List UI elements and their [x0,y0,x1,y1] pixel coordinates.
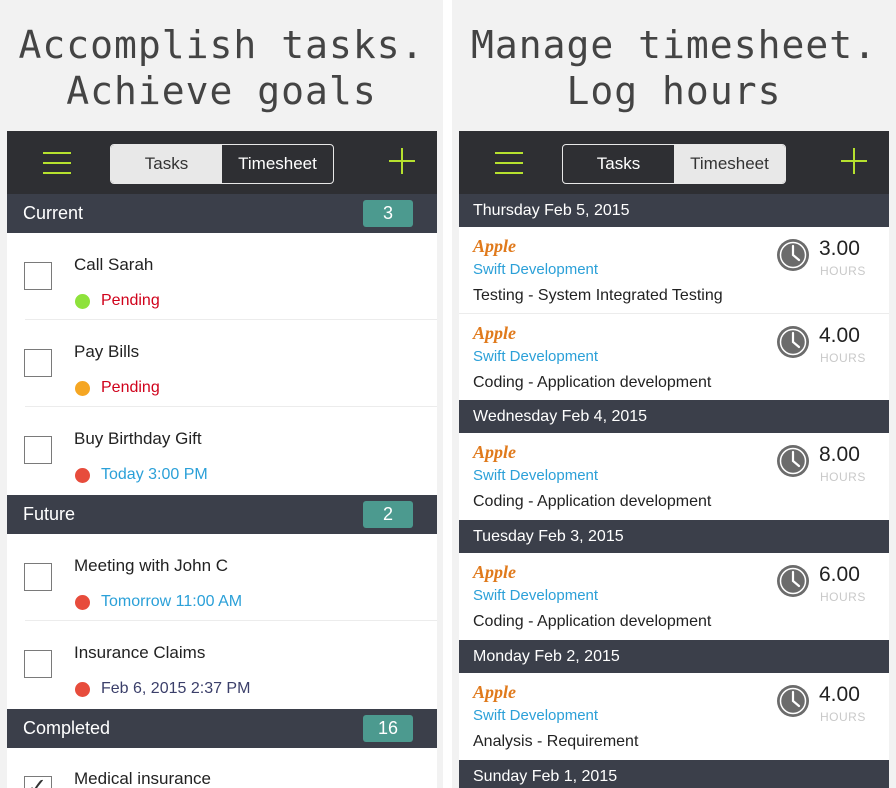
task-row[interactable]: Medical insurance [7,748,437,788]
timesheet-entry[interactable]: Apple Swift Development Coding - Applica… [459,553,889,640]
task-checkbox[interactable] [24,262,52,290]
entry-hours: 6.00 [819,563,860,586]
task-checkbox-checked[interactable] [24,773,52,788]
task-title: Insurance Claims [74,643,206,662]
task-title: Call Sarah [74,255,154,274]
count-badge: 3 [363,200,413,227]
day-header: Tuesday Feb 3, 2015 [459,520,889,553]
view-switcher: Tasks Timesheet [562,144,786,184]
task-title: Medical insurance [74,769,212,788]
task-row[interactable]: Call Sarah Pending [7,233,437,320]
headline-line-2: Log hours [566,69,782,113]
entry-hours: 3.00 [819,237,860,260]
section-header-current[interactable]: Current 3 [7,194,437,233]
timesheet-entry[interactable]: Apple Swift Development Coding - Applica… [459,433,889,520]
entry-hours: 4.00 [819,683,860,706]
section-header-completed[interactable]: Completed 16 [7,709,437,748]
section-title: Current [23,203,84,223]
task-row[interactable]: Pay Bills Pending [7,320,437,407]
timesheet-headline: Manage timesheet. Log hours [452,22,896,114]
task-status: Pending [101,379,160,396]
entry-hours: 8.00 [819,443,860,466]
task-checkbox[interactable] [24,436,52,464]
entry-unit: HOURS [820,351,866,365]
entry-client: Apple [473,323,516,343]
headline-line-2: Achieve goals [66,69,377,113]
entry-project: Swift Development [473,707,599,724]
task-row[interactable]: Buy Birthday Gift Today 3:00 PM [7,407,437,494]
timesheet-entry[interactable]: Apple Swift Development Analysis - Requi… [459,673,889,760]
section-title: Completed [23,718,111,738]
entry-client: Apple [473,236,516,256]
count-badge: 16 [363,715,413,742]
add-task-icon[interactable] [389,148,415,174]
hamburger-menu-icon[interactable] [43,152,71,174]
task-row[interactable]: Meeting with John C Tomorrow 11:00 AM [7,534,437,621]
task-title: Meeting with John C [74,556,229,575]
task-checkbox[interactable] [24,563,52,591]
task-checkbox[interactable] [24,349,52,377]
task-status: Pending [101,292,160,309]
entry-description: Coding - Application development [473,493,712,510]
tasks-screen: Tasks Timesheet Current 3 Call Sarah Pen… [7,131,437,788]
entry-client: Apple [473,682,516,702]
navbar: Tasks Timesheet [7,131,437,194]
status-dot-icon [75,468,90,483]
entry-hours: 4.00 [819,324,860,347]
entry-unit: HOURS [820,710,866,724]
entry-project: Swift Development [473,348,599,365]
day-header: Sunday Feb 1, 2015 [459,760,889,788]
status-dot-icon [75,294,90,309]
hamburger-menu-icon[interactable] [495,152,523,174]
entry-description: Coding - Application development [473,613,712,630]
section-header-future[interactable]: Future 2 [7,495,437,534]
tasks-headline: Accomplish tasks. Achieve goals [0,22,443,114]
entry-unit: HOURS [820,470,866,484]
clock-icon [777,685,809,717]
status-dot-icon [75,381,90,396]
timesheet-screen: Tasks Timesheet Thursday Feb 5, 2015 App… [459,131,889,788]
task-status: Feb 6, 2015 2:37 PM [101,680,251,697]
entry-unit: HOURS [820,264,866,278]
entry-project: Swift Development [473,587,599,604]
task-title: Buy Birthday Gift [74,429,202,448]
clock-icon [777,239,809,271]
task-title: Pay Bills [74,342,140,361]
status-dot-icon [75,682,90,697]
entry-client: Apple [473,442,516,462]
day-header: Monday Feb 2, 2015 [459,640,889,673]
entry-description: Analysis - Requirement [473,733,639,750]
tab-tasks[interactable]: Tasks [111,145,222,183]
status-dot-icon [75,595,90,610]
tab-tasks[interactable]: Tasks [563,145,674,183]
task-status: Tomorrow 11:00 AM [101,593,243,610]
entry-project: Swift Development [473,467,599,484]
clock-icon [777,445,809,477]
count-badge: 2 [363,501,413,528]
tab-timesheet[interactable]: Timesheet [222,145,333,183]
entry-project: Swift Development [473,261,599,278]
timesheet-promo-panel: Manage timesheet. Log hours Tasks Timesh… [452,0,896,788]
entry-description: Coding - Application development [473,374,712,391]
add-entry-icon[interactable] [841,148,867,174]
section-title: Future [23,504,76,524]
timesheet-entry[interactable]: Apple Swift Development Coding - Applica… [459,314,889,401]
entry-description: Testing - System Integrated Testing [473,287,723,304]
day-header: Thursday Feb 5, 2015 [459,194,889,227]
entry-unit: HOURS [820,590,866,604]
clock-icon [777,565,809,597]
navbar: Tasks Timesheet [459,131,889,194]
view-switcher: Tasks Timesheet [110,144,334,184]
clock-icon [777,326,809,358]
entry-client: Apple [473,562,516,582]
task-row[interactable]: Insurance Claims Feb 6, 2015 2:37 PM [7,621,437,708]
task-checkbox[interactable] [24,650,52,678]
tab-timesheet[interactable]: Timesheet [674,145,785,183]
headline-line-1: Manage timesheet. [471,23,877,67]
day-header: Wednesday Feb 4, 2015 [459,400,889,433]
timesheet-entry[interactable]: Apple Swift Development Testing - System… [459,227,889,314]
task-status: Today 3:00 PM [101,466,208,483]
tasks-promo-panel: Accomplish tasks. Achieve goals Tasks Ti… [0,0,443,788]
headline-line-1: Accomplish tasks. [18,23,425,67]
